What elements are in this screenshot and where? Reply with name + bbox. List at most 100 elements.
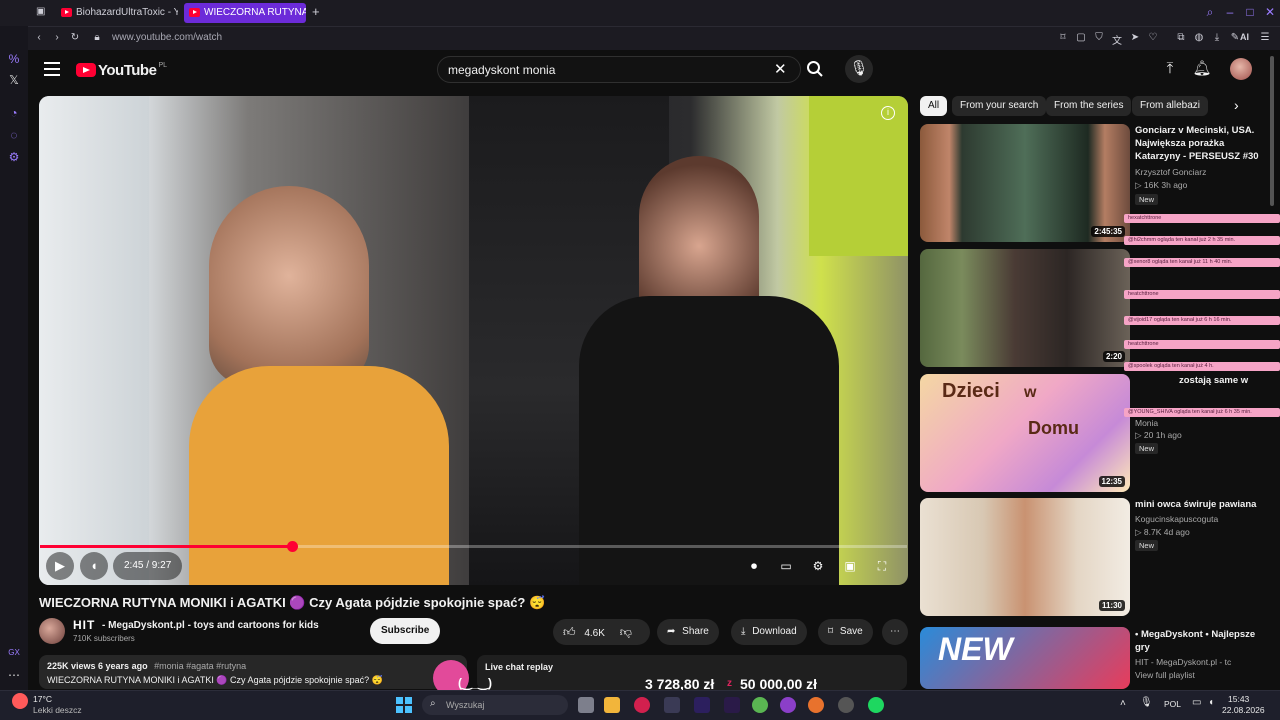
task-view-icon[interactable] (578, 697, 594, 713)
app2-icon[interactable] (780, 697, 796, 713)
clock-time[interactable]: 15:43 (1228, 694, 1249, 704)
chip-from-the-series[interactable]: From the series (1046, 96, 1132, 116)
snapshot-icon[interactable]: ▢ (1074, 32, 1088, 43)
gx-icon[interactable]: GX (6, 648, 22, 664)
search-input[interactable] (448, 61, 768, 79)
description-box[interactable]: 225K views 6 years ago #monia #agata #ru… (39, 655, 467, 689)
youtube-logo[interactable]: YouTube PL (76, 60, 167, 80)
messenger-icon[interactable]: ◌ (6, 128, 22, 144)
rec-title-3[interactable]: zostają same w (1179, 374, 1280, 387)
more-actions-button[interactable]: ⋯ (882, 619, 908, 645)
reload-icon[interactable]: ↻ (68, 32, 82, 43)
info-icon[interactable]: i (881, 106, 895, 120)
premiere-icon[interactable] (694, 697, 710, 713)
minimize-icon[interactable]: – (1222, 5, 1238, 19)
language-indicator[interactable]: POL (1164, 699, 1181, 709)
url-text[interactable]: www.youtube.com/watch (112, 32, 222, 43)
chip-from-allebazi[interactable]: From allebazi (1132, 96, 1209, 116)
search-tabs-icon[interactable]: ⌕ (1202, 5, 1218, 20)
progress-bar[interactable] (40, 541, 907, 552)
windows-start-icon[interactable] (396, 697, 412, 713)
volume-tray-icon[interactable]: ◖ (1208, 697, 1214, 708)
clock-date[interactable]: 22.08.2026 (1222, 705, 1265, 715)
hamburger-menu-icon[interactable] (44, 62, 60, 76)
hashtags[interactable]: #monia #agata #rutyna (154, 661, 246, 671)
save-button[interactable]: ⌑ Save (818, 619, 873, 645)
chips-next-icon[interactable]: › (1234, 97, 1239, 113)
close-window-icon[interactable]: ✕ (1262, 5, 1278, 19)
ai-button[interactable]: AI (1240, 32, 1249, 42)
tab-wieczorna[interactable]: WIECZORNA RUTYNA MON (184, 3, 306, 23)
rec-thumb-5[interactable]: NEW (920, 627, 1130, 689)
taskbar-search[interactable]: ⌕ Wyszukaj (422, 695, 568, 715)
bookmark-icon[interactable]: ⌑ (1056, 32, 1070, 43)
after-effects-icon[interactable] (724, 697, 740, 713)
rec-thumb-3[interactable]: Dzieci w Domu 12:35 (920, 374, 1130, 492)
rec-thumb-2[interactable]: 2:20 (920, 249, 1130, 367)
share-button[interactable]: ➦ Share (657, 619, 719, 645)
rec-thumb-1[interactable]: 2:45:35 (920, 124, 1130, 242)
account-avatar[interactable] (1230, 58, 1252, 80)
new-tab-plus-icon[interactable]: + (312, 4, 320, 19)
autoplay-toggle-icon[interactable]: ⏺︎ (743, 558, 765, 574)
spotify-icon[interactable] (868, 697, 884, 713)
rec-channel-3[interactable]: Monia (1135, 418, 1158, 428)
rec-channel-1[interactable]: Krzysztof Gonciarz (1135, 167, 1206, 177)
notifications-bell-icon[interactable]: 🔔︎ (1188, 55, 1216, 83)
search-button-icon[interactable] (801, 55, 829, 83)
like-icon[interactable]: 👍︎ (563, 625, 576, 639)
channel-logo-text[interactable]: HIT (73, 618, 95, 632)
search-box[interactable]: ✕ (437, 56, 801, 83)
opera-gx-icon[interactable] (634, 697, 650, 713)
rec-channel-5[interactable]: HIT - MegaDyskont.pl - tc (1135, 657, 1231, 667)
chip-from-your-search[interactable]: From your search (952, 96, 1047, 116)
weather-temp[interactable]: 17°C (33, 694, 52, 704)
miniplayer-icon[interactable]: ▣ (839, 558, 861, 574)
tab-overview-icon[interactable]: ▣ (36, 6, 48, 18)
subscribe-button[interactable]: Subscribe (370, 618, 441, 644)
firefox-icon[interactable] (808, 697, 824, 713)
subtitles-icon[interactable]: ▭ (775, 558, 797, 574)
shield-icon[interactable]: ⛉ (1092, 32, 1106, 43)
file-explorer-icon[interactable] (604, 697, 620, 713)
obs-icon[interactable] (838, 697, 854, 713)
like-count[interactable]: 4.6K (584, 628, 605, 639)
rec-title-1[interactable]: Gonciarz v Mecinski, USA. Największa por… (1135, 124, 1260, 163)
extensions-icon[interactable]: ⧉ (1174, 32, 1188, 43)
settings-icon[interactable]: ⚙ (807, 558, 829, 574)
create-upload-icon[interactable]: ⤒ (1156, 55, 1184, 83)
tray-chevron-icon[interactable]: ˄ (1120, 698, 1126, 709)
volume-button[interactable]: ◖ (80, 552, 108, 580)
heart-icon[interactable]: ♡ (1146, 32, 1160, 43)
percent-icon[interactable]: % (6, 52, 22, 68)
app-icon[interactable] (664, 697, 680, 713)
clear-search-icon[interactable]: ✕ (774, 60, 787, 78)
history-icon[interactable]: ◔ (6, 106, 22, 122)
fullscreen-icon[interactable]: ⛶ (871, 558, 893, 574)
more-icon[interactable]: ⋯ (6, 668, 22, 684)
voice-search-icon[interactable]: 🎙︎ (845, 55, 873, 83)
tab-biohazard[interactable]: BiohazardUltraToxic - YouTu (56, 3, 178, 23)
rec-thumb-4[interactable]: 11:30 (920, 498, 1130, 616)
download-button[interactable]: ⤓ Download (731, 619, 807, 645)
play-button[interactable]: ▶ (46, 552, 74, 580)
settings-gear-icon[interactable]: ⚙ (6, 150, 22, 166)
scrollbar-thumb[interactable] (1270, 56, 1274, 206)
x-twitter-icon[interactable]: 𝕏 (6, 73, 22, 89)
video-player[interactable]: i (39, 96, 908, 585)
rec-title-5[interactable]: • MegaDyskont • Najlepsze gry (1135, 628, 1260, 654)
weather-icon[interactable] (12, 693, 28, 709)
back-icon[interactable]: ‹ (32, 32, 46, 43)
dislike-icon[interactable]: 👎︎ (620, 625, 632, 639)
rec-title-4[interactable]: mini owca świruje pawiana (1135, 498, 1260, 511)
channel-name[interactable]: - MegaDyskont.pl - toys and cartoons for… (102, 620, 319, 631)
forward-icon[interactable]: › (50, 32, 64, 43)
menu-icon[interactable]: ☰ (1258, 32, 1272, 43)
profile-icon[interactable]: ◍ (1192, 32, 1206, 43)
download-icon[interactable]: ⤓ (1210, 32, 1224, 43)
microphone-icon[interactable]: 🎙︎ (1140, 697, 1153, 708)
channel-avatar[interactable] (39, 618, 65, 644)
chrome-icon[interactable] (752, 697, 768, 713)
monitor-icon[interactable]: ▭ (1192, 697, 1201, 708)
chip-all[interactable]: All (920, 96, 948, 116)
